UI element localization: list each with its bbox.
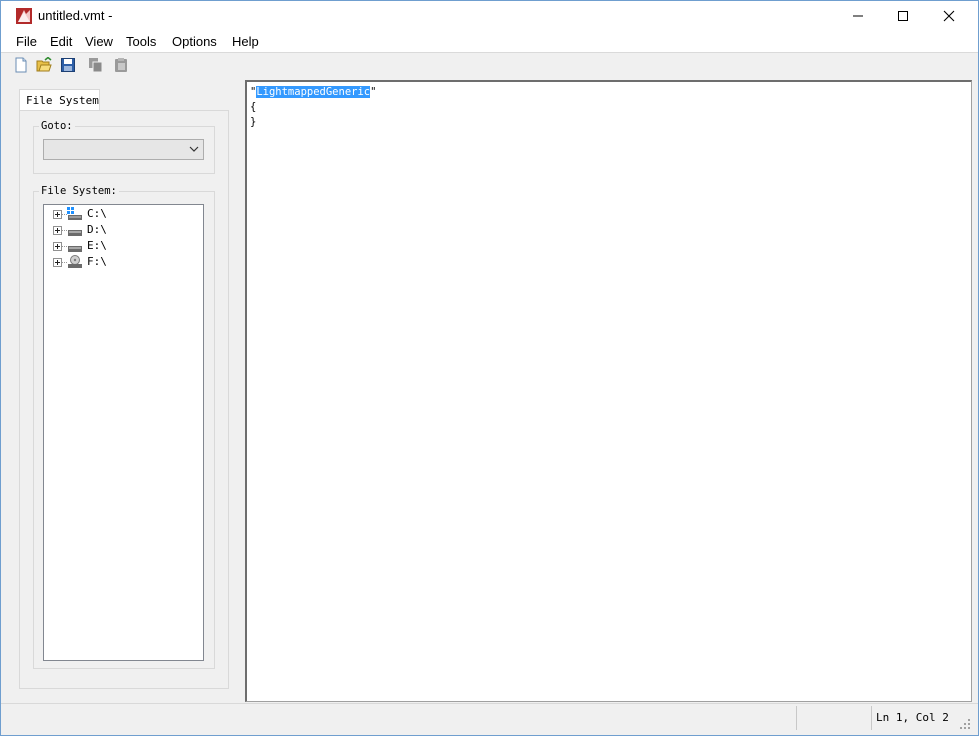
hard-drive-icon: [68, 230, 82, 236]
close-button[interactable]: [926, 1, 972, 31]
tree-item-label: E:\: [87, 239, 107, 252]
expand-icon[interactable]: [53, 210, 62, 219]
editor-line-2: {: [250, 101, 257, 113]
expand-icon[interactable]: [53, 242, 62, 251]
menu-view[interactable]: View: [85, 34, 113, 49]
toolbar: [1, 53, 978, 79]
open-folder-icon[interactable]: [36, 57, 52, 73]
expand-icon[interactable]: [53, 226, 62, 235]
new-file-icon[interactable]: [13, 57, 29, 73]
goto-label: Goto:: [39, 120, 75, 132]
tree-item-label: F:\: [87, 255, 107, 268]
text-editor[interactable]: "LightmappedGeneric" { }: [245, 80, 972, 702]
quote-close: ": [370, 86, 377, 98]
paste-icon[interactable]: [113, 57, 129, 73]
minimize-icon: [853, 15, 863, 17]
optical-drive-icon: [68, 255, 82, 268]
menu-help[interactable]: Help: [232, 34, 259, 49]
menu-tools[interactable]: Tools: [126, 34, 156, 49]
window-title: untitled.vmt -: [38, 8, 113, 23]
close-icon: [943, 10, 955, 22]
expand-icon[interactable]: [53, 258, 62, 267]
title-bar[interactable]: untitled.vmt -: [1, 1, 978, 31]
selected-text: LightmappedGeneric: [256, 86, 371, 98]
tree-item-c[interactable]: C:\: [44, 206, 194, 222]
status-bar: Ln 1, Col 2: [1, 703, 978, 734]
windows-drive-icon: [67, 207, 82, 220]
save-icon[interactable]: [60, 57, 76, 73]
maximize-button[interactable]: [880, 1, 926, 31]
goto-combobox[interactable]: [43, 139, 204, 160]
tree-item-label: C:\: [87, 207, 107, 220]
menu-file[interactable]: File: [16, 34, 37, 49]
main-window: untitled.vmt - File Edit View Tools Opti…: [0, 0, 979, 736]
copy-icon[interactable]: [88, 57, 104, 73]
chevron-down-icon: [189, 146, 199, 152]
editor-line-1: "LightmappedGeneric": [250, 85, 376, 100]
minimize-button[interactable]: [835, 1, 881, 31]
hard-drive-icon: [68, 246, 82, 252]
maximize-icon: [898, 11, 908, 21]
editor-line-3: }: [250, 116, 257, 128]
file-system-tree[interactable]: C:\ D:\ E:\ F:\: [43, 204, 204, 661]
status-separator: [796, 706, 797, 730]
resize-grip-icon[interactable]: [959, 718, 971, 730]
app-icon: [16, 8, 32, 24]
tree-item-e[interactable]: E:\: [44, 238, 194, 254]
tree-item-label: D:\: [87, 223, 107, 236]
file-system-label: File System:: [39, 185, 119, 197]
tree-item-f[interactable]: F:\: [44, 254, 194, 270]
menu-bar: File Edit View Tools Options Help: [1, 31, 978, 53]
status-separator: [871, 706, 872, 730]
tab-file-system-label: File System: [26, 94, 99, 107]
menu-options[interactable]: Options: [172, 34, 217, 49]
menu-edit[interactable]: Edit: [50, 34, 72, 49]
cursor-position: Ln 1, Col 2: [876, 711, 949, 724]
tab-file-system[interactable]: File System: [19, 89, 100, 111]
tree-item-d[interactable]: D:\: [44, 222, 194, 238]
